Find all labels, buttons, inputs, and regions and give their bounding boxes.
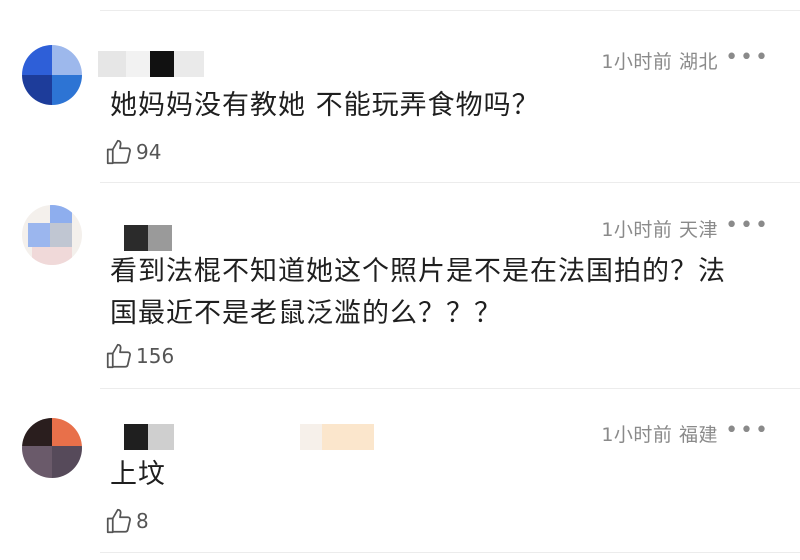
divider — [100, 552, 800, 553]
comment-time: 1小时前 — [601, 424, 673, 446]
more-dots-icon[interactable]: ••• — [725, 418, 770, 443]
comment-location: 天津 — [678, 219, 718, 241]
thumbs-up-icon — [106, 508, 131, 534]
comment-text: 她妈妈没有教她 不能玩弄食物吗？ — [110, 90, 540, 121]
like-button[interactable]: 8 — [104, 506, 149, 536]
comment-text: 看到法棍不知道她这个照片是不是在法国拍的？法 国最近不是老鼠泛滥的么？？？ — [110, 251, 760, 335]
comment-item: 1小时前 湖北 ••• 她妈妈没有教她 不能玩弄食物吗？ 94 — [0, 45, 800, 175]
more-dots-icon[interactable]: ••• — [725, 213, 770, 238]
divider — [100, 182, 800, 183]
comment-text-line: 看到法棍不知道她这个照片是不是在法国拍的？法 — [110, 256, 726, 287]
comment-meta: 1小时前 天津 — [601, 215, 718, 242]
comment-time: 1小时前 — [601, 219, 673, 241]
like-button[interactable]: 94 — [104, 137, 161, 167]
like-count: 156 — [136, 344, 175, 368]
avatar[interactable] — [22, 205, 82, 265]
comment-meta: 1小时前 福建 — [601, 420, 718, 447]
comment-time: 1小时前 — [601, 51, 673, 73]
comment-text: 上坟 — [110, 459, 166, 490]
top-divider — [100, 10, 800, 11]
more-dots-icon[interactable]: ••• — [725, 45, 770, 70]
divider — [100, 388, 800, 389]
like-count: 8 — [136, 509, 149, 533]
comment-item: 1小时前 天津 ••• 看到法棍不知道她这个照片是不是在法国拍的？法 国最近不是… — [0, 205, 800, 385]
like-count: 94 — [136, 140, 162, 164]
comment-meta: 1小时前 湖北 — [601, 47, 718, 74]
comment-item: 1小时前 福建 ••• 上坟 8 — [0, 418, 800, 548]
thumbs-up-icon — [106, 139, 131, 165]
comment-text-line: 国最近不是老鼠泛滥的么？？？ — [110, 298, 502, 329]
comment-location: 湖北 — [678, 51, 718, 73]
comment-location: 福建 — [678, 424, 718, 446]
thumbs-up-icon — [106, 343, 131, 369]
avatar[interactable] — [22, 418, 82, 478]
avatar[interactable] — [22, 45, 82, 105]
like-button[interactable]: 156 — [104, 341, 174, 371]
